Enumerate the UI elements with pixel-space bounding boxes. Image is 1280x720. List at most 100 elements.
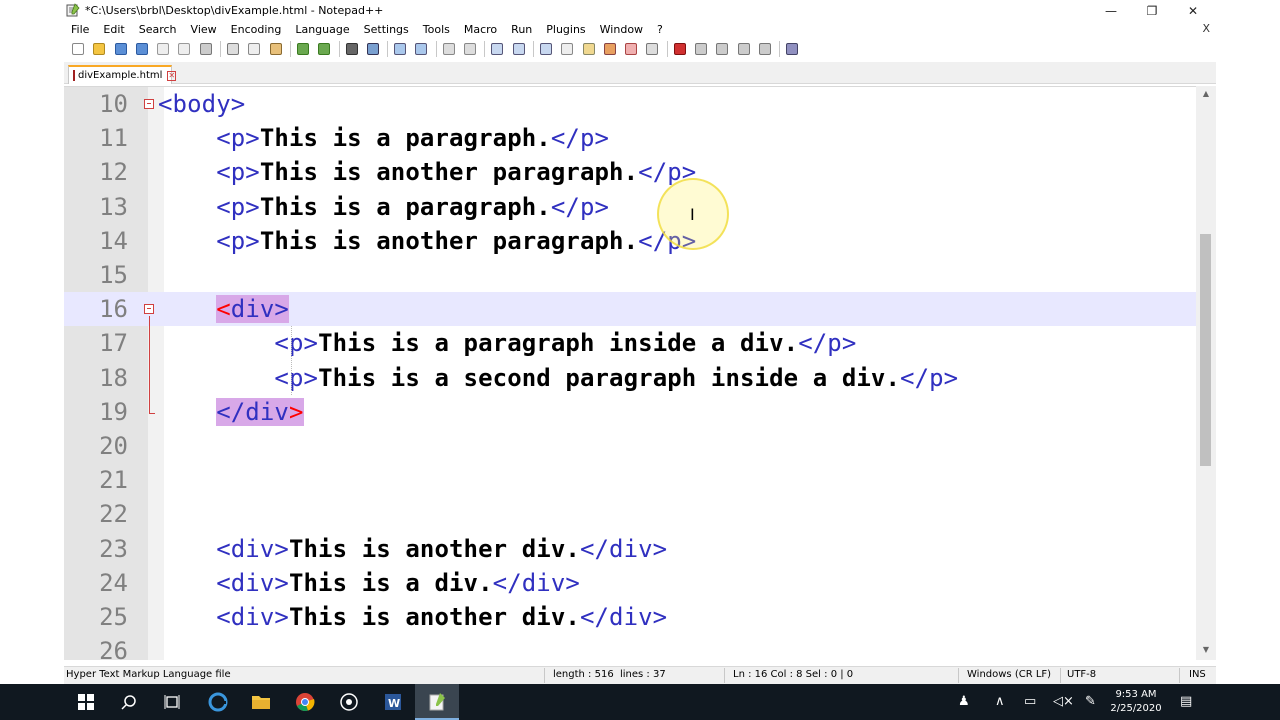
zoom-in-icon[interactable]	[392, 41, 408, 57]
edge-browser-icon[interactable]	[206, 690, 230, 714]
code-text: <body>	[158, 87, 245, 121]
task-view-icon[interactable]	[160, 690, 184, 714]
menu-macro[interactable]: Macro	[457, 23, 504, 36]
code-line[interactable]: 17 <p>This is a paragraph inside a div.<…	[64, 326, 1196, 360]
code-line[interactable]: 20	[64, 429, 1196, 463]
save-icon[interactable]	[113, 41, 129, 57]
insert-mode[interactable]: INS	[1189, 669, 1206, 680]
system-clock[interactable]: 9:53 AM 2/25/2020	[1106, 688, 1166, 716]
pen-icon[interactable]: ✎	[1085, 694, 1096, 709]
redo-icon[interactable]	[316, 41, 332, 57]
line-number: 23	[99, 534, 128, 563]
spell-check-icon[interactable]	[784, 41, 800, 57]
word-wrap-icon[interactable]	[489, 41, 505, 57]
code-line[interactable]: 15	[64, 258, 1196, 292]
word-icon[interactable]: W	[381, 690, 405, 714]
file-explorer-icon[interactable]	[249, 690, 273, 714]
tab-close-icon[interactable]: ✕	[167, 70, 177, 81]
menu-language[interactable]: Language	[288, 23, 356, 36]
udl-icon[interactable]	[559, 41, 575, 57]
network-icon[interactable]: ▭	[1024, 694, 1036, 709]
code-tag: <p>	[274, 363, 319, 392]
search-icon[interactable]	[117, 690, 141, 714]
save-macro-icon[interactable]	[757, 41, 773, 57]
indent-guide-icon[interactable]	[538, 41, 554, 57]
eol-format[interactable]: Windows (CR LF)	[967, 669, 1051, 680]
play-multiple-icon[interactable]	[736, 41, 752, 57]
folder-workspace-icon[interactable]	[623, 41, 639, 57]
find-icon[interactable]	[344, 41, 360, 57]
code-line[interactable]: 25 <div>This is another div.</div>	[64, 600, 1196, 634]
media-player-icon[interactable]	[337, 690, 361, 714]
code-line[interactable]: 12 <p>This is another paragraph.</p>	[64, 155, 1196, 189]
sync-horizontal-icon[interactable]	[462, 41, 478, 57]
close-all-icon[interactable]	[176, 41, 192, 57]
notepad-plus-plus-taskbar-icon[interactable]	[425, 690, 449, 714]
encoding[interactable]: UTF-8	[1067, 669, 1096, 680]
code-line[interactable]: 26	[64, 634, 1196, 660]
fold-toggle-icon[interactable]	[144, 99, 154, 109]
fold-toggle-icon[interactable]	[144, 304, 154, 315]
menu-settings[interactable]: Settings	[357, 23, 416, 36]
code-line[interactable]: 16 <div>	[64, 292, 1196, 327]
volume-muted-icon[interactable]: ◁×	[1053, 694, 1074, 709]
menu-plugins[interactable]: Plugins	[539, 23, 592, 36]
restore-button[interactable]: ❐	[1131, 0, 1173, 22]
close-document-button[interactable]: X	[1202, 22, 1210, 35]
close-file-icon[interactable]	[155, 41, 171, 57]
vertical-scrollbar[interactable]: ▲ ▼	[1196, 86, 1216, 660]
code-line[interactable]: 11 <p>This is a paragraph.</p>	[64, 121, 1196, 155]
print-icon[interactable]	[198, 41, 214, 57]
function-list-icon[interactable]	[602, 41, 618, 57]
stop-record-icon[interactable]	[693, 41, 709, 57]
code-line[interactable]: 23 <div>This is another div.</div>	[64, 532, 1196, 566]
cut-icon[interactable]	[225, 41, 241, 57]
menu-run[interactable]: Run	[504, 23, 539, 36]
monitoring-icon[interactable]	[644, 41, 660, 57]
start-windows-icon[interactable]	[74, 690, 98, 714]
chrome-icon[interactable]	[293, 690, 317, 714]
menu-encoding[interactable]: Encoding	[224, 23, 289, 36]
line-number: 26	[99, 637, 128, 660]
minimize-button[interactable]: —	[1090, 0, 1132, 22]
people-icon[interactable]: ♟	[958, 694, 970, 709]
menu-view[interactable]: View	[184, 23, 224, 36]
menu-help[interactable]: ?	[650, 23, 670, 36]
replace-icon[interactable]	[365, 41, 381, 57]
menu-search[interactable]: Search	[132, 23, 184, 36]
tab-divexample[interactable]: divExample.html ✕	[68, 65, 177, 84]
line-number: 22	[99, 500, 128, 529]
zoom-out-icon[interactable]	[413, 41, 429, 57]
code-editor[interactable]: 10 <body> 11 <p>This is a paragraph.</p> 12…	[64, 86, 1216, 660]
code-line[interactable]: 24 <div>This is a div.</div>	[64, 566, 1196, 600]
show-all-chars-icon[interactable]	[511, 41, 527, 57]
code-line[interactable]: 22	[64, 497, 1196, 531]
scroll-up-icon[interactable]: ▲	[1200, 89, 1212, 101]
notifications-icon[interactable]: ▤	[1180, 694, 1192, 709]
save-all-icon[interactable]	[134, 41, 150, 57]
open-file-icon[interactable]	[91, 41, 107, 57]
title-bar: *C:\Users\brbl\Desktop\divExample.html -…	[0, 0, 1216, 22]
new-file-icon[interactable]	[70, 41, 86, 57]
copy-icon[interactable]	[246, 41, 262, 57]
play-macro-icon[interactable]	[714, 41, 730, 57]
paste-icon[interactable]	[268, 41, 284, 57]
code-line[interactable]: 19 </div>	[64, 395, 1196, 429]
menu-tools[interactable]: Tools	[416, 23, 457, 36]
code-line[interactable]: 10 <body>	[64, 87, 1196, 121]
doc-map-icon[interactable]	[581, 41, 597, 57]
close-window-button[interactable]: ✕	[1172, 0, 1214, 22]
record-macro-icon[interactable]	[672, 41, 688, 57]
code-line[interactable]: 13 <p>This is a paragraph.</p>	[64, 190, 1196, 224]
undo-icon[interactable]	[295, 41, 311, 57]
menu-edit[interactable]: Edit	[96, 23, 131, 36]
menu-file[interactable]: File	[64, 23, 96, 36]
chevron-up-icon[interactable]: ∧	[995, 694, 1005, 709]
code-line[interactable]: 18 <p>This is a second paragraph inside …	[64, 361, 1196, 395]
scrollbar-thumb[interactable]	[1200, 234, 1211, 466]
scroll-down-icon[interactable]: ▼	[1200, 645, 1212, 657]
menu-window[interactable]: Window	[593, 23, 650, 36]
code-line[interactable]: 14 <p>This is another paragraph.</p>	[64, 224, 1196, 258]
sync-vertical-icon[interactable]	[441, 41, 457, 57]
code-line[interactable]: 21	[64, 463, 1196, 497]
